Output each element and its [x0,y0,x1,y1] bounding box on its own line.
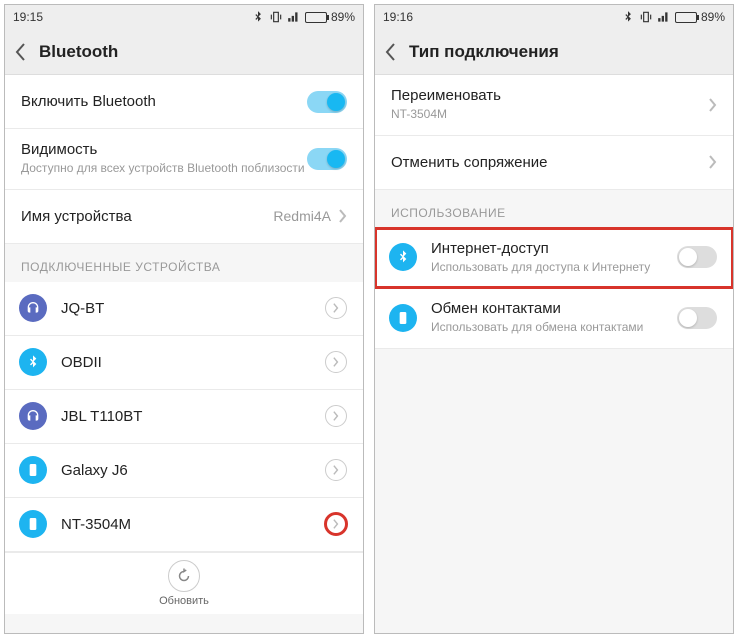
visibility-toggle[interactable] [307,148,347,170]
refresh-button[interactable]: Обновить [5,552,363,614]
chevron-right-icon [339,209,347,223]
device-row[interactable]: JBL T110BT [5,390,363,444]
bt-icon [19,348,47,376]
device-detail-button[interactable] [325,351,347,373]
device-row[interactable]: NT-3504M [5,498,363,552]
device-row[interactable]: JQ-BT [5,282,363,336]
bluetooth-icon [251,10,265,24]
device-detail-button[interactable] [325,513,347,535]
battery-icon [305,12,327,23]
device-name: OBDII [61,354,325,371]
internet-access-label: Интернет-доступ [431,240,677,257]
title-bar: Тип подключения [375,29,733,75]
title-bar: Bluetooth [5,29,363,75]
contact-sharing-toggle[interactable] [677,307,717,329]
device-detail-button[interactable] [325,405,347,427]
internet-access-toggle[interactable] [677,246,717,268]
device-row[interactable]: OBDII [5,336,363,390]
back-button[interactable] [15,42,27,62]
refresh-icon [168,560,200,592]
device-list: JQ-BT OBDII JBL T110BT Galaxy J6 NT-3504M [5,282,363,552]
visibility-row[interactable]: Видимость Доступно для всех устройств Bl… [5,129,363,190]
battery-percent: 89% [331,10,355,24]
status-time: 19:16 [383,10,413,24]
device-row[interactable]: Galaxy J6 [5,444,363,498]
visibility-sub: Доступно для всех устройств Bluetooth по… [21,161,307,177]
rename-value: NT-3504M [391,107,709,123]
internet-access-row[interactable]: Интернет-доступ Использовать для доступа… [375,228,733,289]
enable-bluetooth-label: Включить Bluetooth [21,93,307,110]
page-title: Тип подключения [409,42,559,62]
status-bar: 19:15 89% [5,5,363,29]
phone-left: 19:15 89% Bluetooth Включить Bluetooth В… [4,4,364,634]
status-icons: 89% [621,10,725,24]
back-button[interactable] [385,42,397,62]
device-name: JBL T110BT [61,408,325,425]
status-icons: 89% [251,10,355,24]
rename-label: Переименовать [391,87,709,104]
usage-header: ИСПОЛЬЗОВАНИЕ [375,190,733,228]
bluetooth-icon [389,243,417,271]
device-name-label: Имя устройства [21,208,273,225]
enable-bluetooth-toggle[interactable] [307,91,347,113]
signal-icon [657,10,671,24]
signal-icon [287,10,301,24]
phone-icon [389,304,417,332]
unpair-row[interactable]: Отменить сопряжение [375,136,733,190]
visibility-label: Видимость [21,141,307,158]
page-title: Bluetooth [39,42,118,62]
headset-icon [19,294,47,322]
internet-access-sub: Использовать для доступа к Интернету [431,260,677,276]
device-name: Galaxy J6 [61,462,325,479]
device-name: NT-3504M [61,516,325,533]
device-detail-button[interactable] [325,459,347,481]
contact-sharing-sub: Использовать для обмена контактами [431,320,677,336]
content-area: Включить Bluetooth Видимость Доступно дл… [5,75,363,633]
battery-percent: 89% [701,10,725,24]
bluetooth-icon [621,10,635,24]
contact-sharing-row[interactable]: Обмен контактами Использовать для обмена… [375,288,733,349]
headset-icon [19,402,47,430]
device-name-row[interactable]: Имя устройства Redmi4A [5,190,363,244]
device-name: JQ-BT [61,300,325,317]
device-name-value: Redmi4A [273,208,331,224]
phone-icon [19,510,47,538]
device-detail-button[interactable] [325,297,347,319]
status-bar: 19:16 89% [375,5,733,29]
vibrate-icon [269,10,283,24]
battery-icon [675,12,697,23]
unpair-label: Отменить сопряжение [391,154,709,171]
phone-icon [19,456,47,484]
chevron-right-icon [709,98,717,112]
rename-row[interactable]: Переименовать NT-3504M [375,75,733,136]
refresh-label: Обновить [159,595,209,607]
enable-bluetooth-row[interactable]: Включить Bluetooth [5,75,363,129]
phone-right: 19:16 89% Тип подключения Переименовать … [374,4,734,634]
connected-devices-header: ПОДКЛЮЧЕННЫЕ УСТРОЙСТВА [5,244,363,282]
chevron-right-icon [709,155,717,169]
content-area: Переименовать NT-3504M Отменить сопряжен… [375,75,733,633]
status-time: 19:15 [13,10,43,24]
contact-sharing-label: Обмен контактами [431,300,677,317]
vibrate-icon [639,10,653,24]
